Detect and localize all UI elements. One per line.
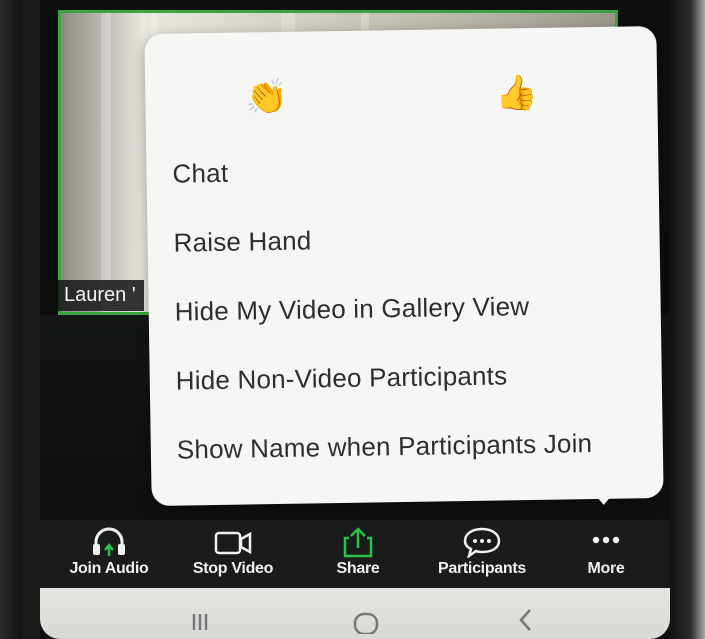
participant-name-label: Lauren ' (58, 280, 144, 311)
phone-left-edge (0, 0, 22, 639)
menu-item-hide-my-video[interactable]: Hide My Video in Gallery View (174, 291, 529, 328)
curtain-fold (101, 13, 111, 312)
video-camera-icon (214, 531, 252, 555)
share-button[interactable]: Share (303, 520, 413, 588)
headphones-icon (93, 527, 125, 556)
phone-right-edge (669, 0, 705, 639)
thumbs-up-icon[interactable]: 👍 (495, 74, 538, 113)
menu-item-raise-hand[interactable]: Raise Hand (173, 225, 311, 258)
menu-item-show-name-on-join[interactable]: Show Name when Participants Join (177, 428, 593, 466)
participants-label: Participants (438, 560, 526, 577)
phone-screen: Lauren ' 👏 👍 Chat Raise Hand Hide My Vid… (40, 0, 670, 639)
more-dots-icon (592, 536, 620, 544)
more-button[interactable]: More (551, 520, 661, 588)
phone-body: Lauren ' 👏 👍 Chat Raise Hand Hide My Vid… (0, 0, 705, 639)
share-upload-icon (343, 527, 373, 558)
more-label: More (587, 560, 625, 577)
join-audio-label: Join Audio (69, 560, 149, 577)
home-icon[interactable] (346, 604, 386, 634)
recent-apps-icon[interactable] (180, 604, 220, 634)
share-label: Share (336, 560, 380, 577)
menu-pointer (591, 490, 616, 506)
stop-video-button[interactable]: Stop Video (178, 520, 288, 588)
participants-button[interactable]: Participants (427, 520, 537, 588)
more-options-menu: 👏 👍 Chat Raise Hand Hide My Video in Gal… (144, 26, 664, 506)
menu-item-hide-non-video[interactable]: Hide Non-Video Participants (176, 360, 508, 396)
android-navigation-bar (40, 588, 670, 639)
join-audio-button[interactable]: Join Audio (54, 520, 164, 588)
stop-video-label: Stop Video (192, 560, 274, 577)
back-icon[interactable] (506, 604, 546, 634)
menu-item-chat[interactable]: Chat (172, 158, 228, 190)
clapping-hands-icon[interactable]: 👏 (245, 78, 288, 117)
meeting-toolbar: Join Audio Stop Video Share Participants… (40, 520, 670, 588)
chat-bubble-icon (463, 527, 501, 558)
